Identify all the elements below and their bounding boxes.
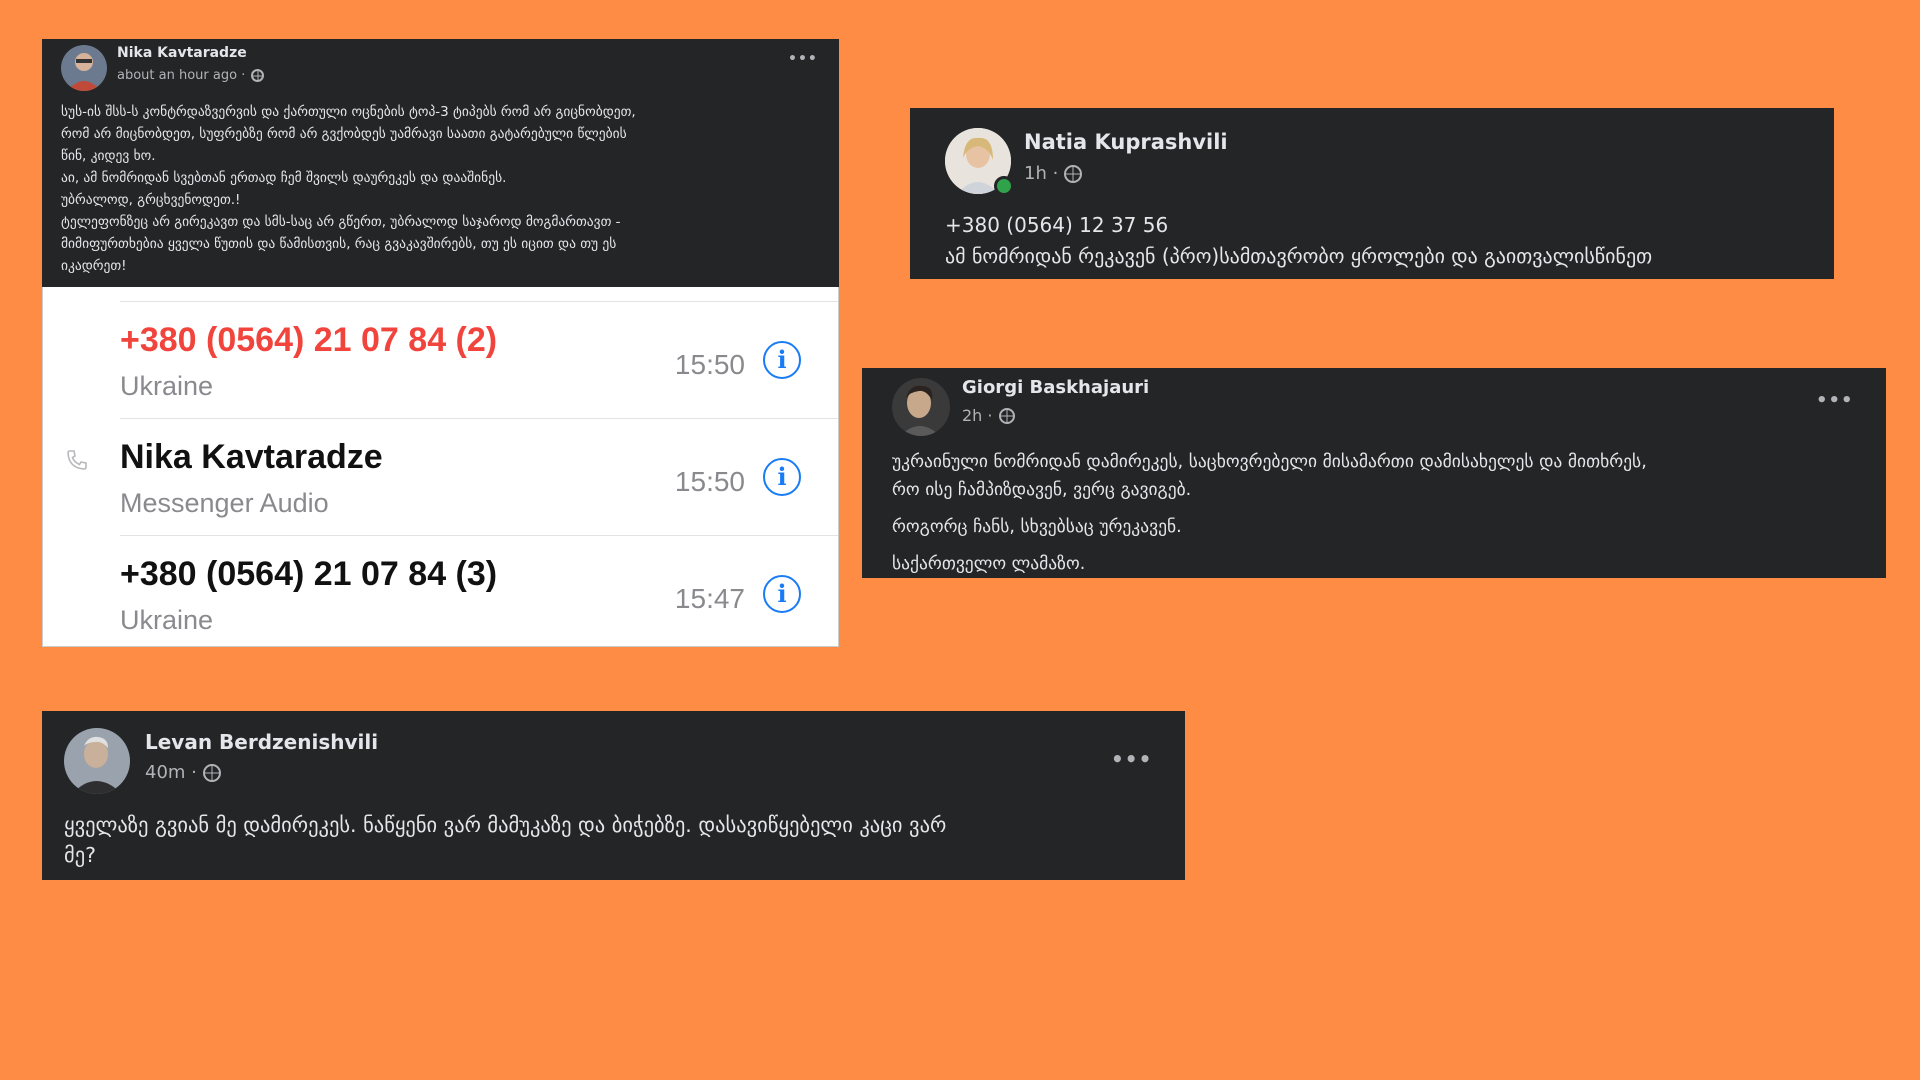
post-meta: 1h ·: [1024, 163, 1083, 184]
post-meta: about an hour ago ·: [117, 68, 265, 83]
globe-icon: [202, 763, 221, 782]
call-time: 15:47: [674, 583, 745, 614]
post-time[interactable]: 40m ·: [145, 762, 197, 783]
post-time[interactable]: about an hour ago ·: [117, 68, 245, 83]
post-text: +380 (0564) 12 37 56 ამ ნომრიდან რეკავენ…: [945, 210, 1825, 272]
post-line: რო ისე ჩამპიზდავენ, ვერც გავიგებ.: [892, 480, 1192, 500]
post-text: ყველაზე გვიან მე დამირეკეს. ნაწყენი ვარ …: [64, 810, 1174, 870]
post-text: სუს-ის შსს-ს კონტრდაზვერვის და ქართული ო…: [61, 101, 831, 277]
info-icon[interactable]: i: [763, 575, 801, 613]
more-options-button[interactable]: •••: [1816, 390, 1854, 411]
post-line: მე?: [64, 843, 97, 867]
post-paragraph: საქართველო ლამაზო.: [892, 554, 1086, 574]
phone-icon: [67, 450, 87, 470]
post-line: ყველაზე გვიან მე დამირეკეს. ნაწყენი ვარ …: [64, 813, 947, 837]
call-title: Nika Kavtaradze: [120, 438, 383, 476]
post-text: უკრაინული ნომრიდან დამირეკეს, საცხოვრებე…: [892, 448, 1877, 578]
post-levan-berdzenishvili: Levan Berdzenishvili 40m · ••• ყველაზე გ…: [42, 711, 1185, 880]
post-time[interactable]: 1h ·: [1024, 163, 1058, 184]
post-line: ამ ნომრიდან რეკავენ (პრო)სამთავრობო ყროლ…: [945, 244, 1653, 268]
post-line: რომ არ მიცნობდეთ, სუფრებზე რომ არ გვქობდ…: [61, 126, 627, 142]
info-icon[interactable]: i: [763, 341, 801, 379]
divider: [120, 301, 838, 302]
online-status-dot: [994, 176, 1014, 196]
globe-icon: [251, 69, 265, 82]
call-title: +380 (0564) 21 07 84 (2): [120, 321, 498, 359]
call-row[interactable]: Nika Kavtaradze Messenger Audio 15:50 i: [43, 418, 838, 535]
globe-icon: [1064, 164, 1083, 183]
post-nika-kavtaradze: Nika Kavtaradze about an hour ago · ••• …: [42, 39, 839, 289]
post-line: უბრალოდ, გრცხვენოდეთ.!: [61, 192, 241, 208]
post-meta: 2h ·: [962, 406, 1015, 425]
divider: [120, 418, 838, 419]
post-line: აი, ამ ნომრიდან სვებთან ერთად ჩემ შვილს …: [61, 170, 507, 186]
call-subtitle: Ukraine: [120, 371, 214, 401]
avatar[interactable]: [892, 378, 950, 436]
more-options-button[interactable]: •••: [788, 51, 818, 67]
post-line: უკრაინული ნომრიდან დამირეკეს, საცხოვრებე…: [892, 452, 1647, 472]
more-options-button[interactable]: •••: [1111, 747, 1152, 771]
post-natia-kuprashvili: Natia Kuprashvili 1h · +380 (0564) 12 37…: [910, 108, 1834, 279]
call-subtitle: Messenger Audio: [120, 488, 329, 518]
post-paragraph: როგორც ჩანს, სხვებსაც ურეკავენ.: [892, 517, 1182, 537]
call-row[interactable]: +380 (0564) 21 07 84 (3) Ukraine 15:47 i: [43, 535, 838, 652]
avatar[interactable]: [64, 728, 130, 794]
author-name[interactable]: Nika Kavtaradze: [117, 45, 247, 61]
call-log: +380 (0564) 21 07 84 (2) Ukraine 15:50 i…: [42, 287, 839, 647]
call-time: 15:50: [674, 349, 745, 380]
call-row[interactable]: +380 (0564) 21 07 84 (2) Ukraine 15:50 i: [43, 301, 838, 418]
divider: [120, 535, 838, 536]
post-line: მიმიფურთხებია ყველა წუთის და წამისთვის, …: [61, 236, 617, 252]
call-subtitle: Ukraine: [120, 605, 214, 635]
post-line: +380 (0564) 12 37 56: [945, 213, 1169, 237]
avatar[interactable]: [61, 45, 107, 91]
info-icon[interactable]: i: [763, 458, 801, 496]
author-name[interactable]: Natia Kuprashvili: [1024, 130, 1228, 154]
author-name[interactable]: Levan Berdzenishvili: [145, 730, 378, 754]
globe-icon: [998, 407, 1015, 424]
post-line: იკადრეთ!: [61, 258, 127, 274]
call-title: +380 (0564) 21 07 84 (3): [120, 555, 498, 593]
post-line: წინ, კიდევ ხო.: [61, 148, 156, 164]
post-line: ტელეფონზეც არ გირეკავთ და სმს-საც არ გწე…: [61, 214, 621, 230]
post-giorgi-baskhajauri: Giorgi Baskhajauri 2h · ••• უკრაინული ნო…: [862, 368, 1886, 578]
post-time[interactable]: 2h ·: [962, 406, 993, 425]
post-line: სუს-ის შსს-ს კონტრდაზვერვის და ქართული ო…: [61, 104, 636, 120]
post-meta: 40m ·: [145, 762, 221, 783]
author-name[interactable]: Giorgi Baskhajauri: [962, 377, 1149, 398]
call-time: 15:50: [674, 466, 745, 497]
